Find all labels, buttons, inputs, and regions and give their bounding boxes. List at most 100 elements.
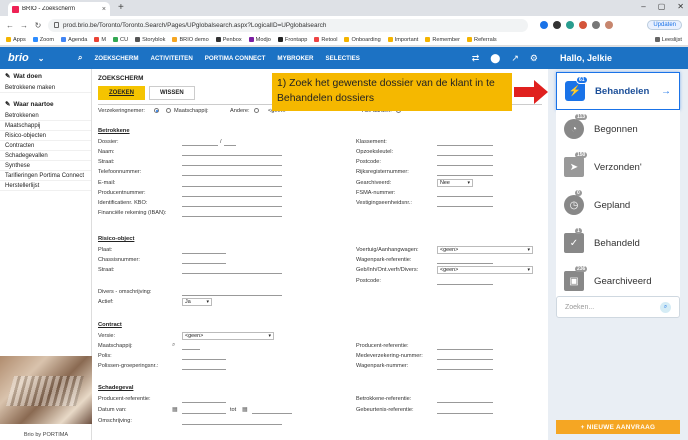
sidebar-item-risico-objecten[interactable]: Risico-objecten [0, 131, 91, 141]
actief-select[interactable]: Ja [182, 298, 212, 306]
queue-search-input[interactable]: Zoeken... ⌕ [556, 296, 680, 318]
sidebar-item-betrokkenen[interactable]: Betrokkenen [0, 111, 91, 121]
maximize-icon[interactable]: ▢ [658, 2, 666, 11]
bookmark-folder[interactable]: Referrals [467, 37, 497, 43]
close-window-icon[interactable]: ✕ [677, 2, 684, 11]
calendar-icon[interactable]: ▦ [242, 406, 248, 413]
bookmark-item[interactable]: Zoom [32, 37, 54, 43]
bookmark-folder[interactable]: Important [387, 37, 418, 43]
puzzle-icon[interactable] [592, 21, 600, 29]
close-tab-icon[interactable]: × [102, 6, 106, 13]
browser-tab[interactable]: BRIO - Zoekscherm × [8, 2, 110, 16]
medeverzekering-field[interactable] [437, 354, 493, 360]
bookmark-star-icon[interactable] [540, 21, 548, 29]
menu-activiteiten[interactable]: ACTIVITEITEN [151, 55, 193, 62]
gebeurtenis-ref-field[interactable] [437, 408, 493, 414]
bookmark-item[interactable]: BRIO demo [172, 37, 209, 43]
schade-producent-field[interactable] [182, 397, 226, 403]
arrow-right-icon[interactable]: → [661, 86, 671, 97]
menu-portima-connect[interactable]: PORTIMA CONNECT [205, 55, 266, 62]
voertuig-select[interactable]: <geen> [437, 246, 533, 254]
bookmark-item[interactable]: Frontapp [277, 37, 307, 43]
bookmark-item[interactable]: Penbox [215, 37, 242, 43]
chart-icon[interactable]: ↗ [511, 53, 519, 64]
versie-select[interactable]: <geen> [182, 332, 274, 340]
chevron-down-icon[interactable]: ⌄ [38, 54, 45, 63]
sidebar-item-contracten[interactable]: Contracten [0, 141, 91, 151]
queue-begonnen[interactable]: ◔ 113 Begonnen [556, 110, 680, 148]
queue-verzonden[interactable]: ➤ 150 Verzonden' [556, 148, 680, 186]
bookmark-item[interactable]: Apps [6, 37, 26, 43]
datum-van-field[interactable] [182, 408, 226, 414]
back-icon[interactable]: ← [6, 21, 14, 30]
producent-ref-field[interactable] [437, 344, 493, 350]
queue-gepland[interactable]: ◷ 0 Gepland [556, 186, 680, 224]
url-field[interactable]: prod.brio.be/Toronto/Toronto.Search/Page… [48, 18, 528, 32]
queue-behandelen[interactable]: ⚡ 61 Behandelen → [556, 72, 680, 110]
extension-icon[interactable] [579, 21, 587, 29]
menu-zoekscherm[interactable]: ZOEKSCHERM [94, 55, 138, 62]
dossier-field[interactable] [182, 140, 218, 146]
bookmark-folder[interactable]: Onboarding [344, 37, 381, 43]
new-request-button[interactable]: + NIEUWE AANVRAAG [556, 420, 680, 434]
omschrijving-field[interactable] [182, 419, 282, 425]
dossier-suffix-field[interactable] [224, 140, 236, 146]
bookmark-item[interactable]: Storyblok [135, 37, 165, 43]
andere-radio[interactable] [254, 108, 259, 113]
queue-gearchiveerd[interactable]: ▣ 236 Gearchiveerd [556, 262, 680, 300]
new-tab-icon[interactable]: + [118, 2, 124, 13]
plaat-field[interactable] [182, 248, 226, 254]
fsma-field[interactable] [437, 191, 493, 197]
sidebar-item-maatschappij[interactable]: Maatschappij [0, 121, 91, 131]
contract-maatschappij-field[interactable] [182, 344, 200, 350]
telefoon-field[interactable] [182, 170, 282, 176]
groepering-field[interactable] [182, 364, 226, 370]
extension-icon[interactable] [553, 21, 561, 29]
risico-postcode-field[interactable] [437, 279, 493, 285]
search-icon[interactable]: ⌕ [660, 301, 671, 313]
avatar[interactable] [605, 21, 613, 29]
sidebar-item-schadegevallen[interactable]: Schadegevallen [0, 151, 91, 161]
bookmark-folder[interactable]: Remember [425, 37, 460, 43]
queue-behandeld[interactable]: ✓ 1 Behandeld [556, 224, 680, 262]
reload-icon[interactable]: ↻ [34, 21, 42, 30]
divers-field[interactable] [182, 290, 282, 296]
transfer-icon[interactable]: ⇄ [472, 53, 480, 64]
search-icon[interactable]: ⌕ [78, 53, 82, 63]
maatschappij-radio[interactable] [166, 108, 171, 113]
extension-icon[interactable] [566, 21, 574, 29]
wissen-button[interactable]: WISSEN [149, 86, 195, 100]
bookmark-item[interactable]: Agenda [61, 37, 87, 43]
sidebar-item-synthese[interactable]: Synthese [0, 161, 91, 171]
email-field[interactable] [182, 181, 282, 187]
polis-field[interactable] [182, 354, 226, 360]
vestiging-field[interactable] [437, 201, 493, 207]
forward-icon[interactable]: → [20, 21, 28, 30]
kbo-field[interactable] [182, 201, 282, 207]
wagenpark-nr-field[interactable] [437, 364, 493, 370]
producentnummer-field[interactable] [182, 191, 282, 197]
search-icon[interactable]: ⌕ [172, 342, 175, 349]
location-icon[interactable]: ⬤ [490, 53, 500, 64]
menu-selecties[interactable]: SELECTIES [326, 55, 360, 62]
sidebar-item-herstellerlijst[interactable]: Herstellerlijst [0, 181, 91, 191]
wagenpark-ref-field[interactable] [437, 258, 493, 264]
iban-field[interactable] [182, 211, 282, 217]
minimize-icon[interactable]: – [641, 2, 645, 11]
sidebar-item-tarifieringen[interactable]: Tarifieringen Portima Connect [0, 171, 91, 181]
bookmark-item[interactable]: CU [113, 37, 128, 43]
update-button[interactable]: Updaten [647, 20, 682, 30]
zoeken-button[interactable]: ZOEKEN [98, 86, 146, 100]
bookmark-item[interactable]: Retool [314, 37, 337, 43]
bookmark-item[interactable]: M [94, 37, 106, 43]
verzekeringnemer-radio[interactable] [154, 108, 159, 113]
rijksregister-field[interactable] [437, 170, 493, 176]
datum-tot-field[interactable] [252, 408, 292, 414]
postcode-field[interactable] [437, 160, 493, 166]
risico-straat-field[interactable] [182, 268, 282, 274]
gear-icon[interactable]: ⚙ [530, 53, 538, 64]
klassement-field[interactable] [437, 140, 493, 146]
brio-logo[interactable]: brio ⌄ [0, 52, 58, 64]
naam-field[interactable] [182, 150, 282, 156]
sidebar-item-betrokkene-maken[interactable]: Betrokkene maken [0, 83, 91, 93]
